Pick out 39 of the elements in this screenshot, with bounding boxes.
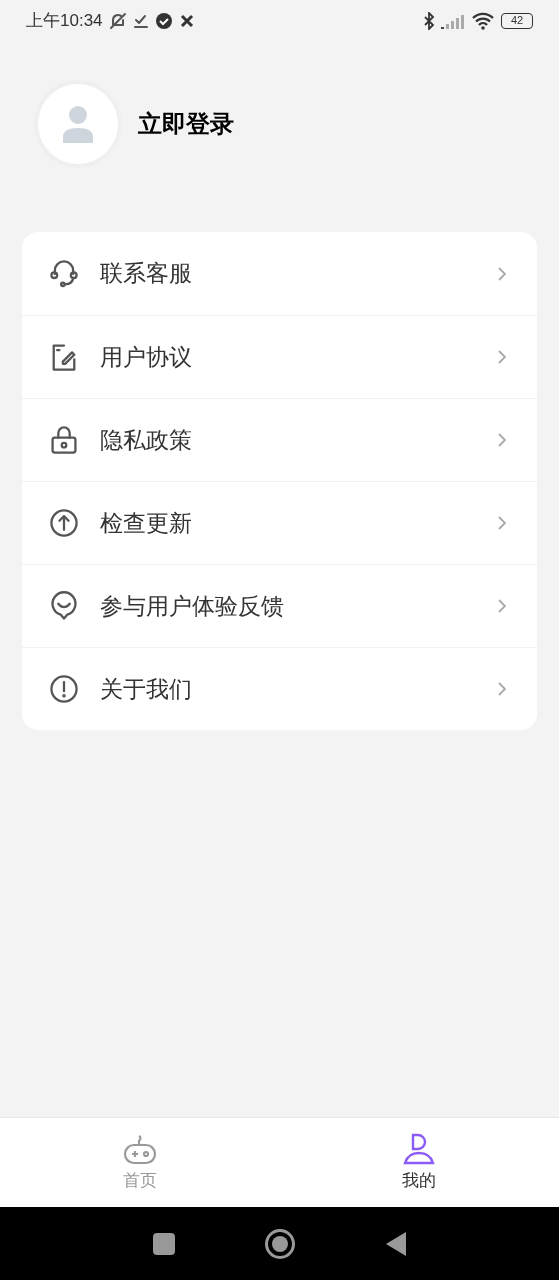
back-icon[interactable] [384, 1230, 407, 1257]
chevron-right-icon [497, 515, 507, 531]
chevron-right-icon [497, 349, 507, 365]
home-button[interactable] [264, 1228, 295, 1259]
menu-label: 参与用户体验反馈 [100, 591, 285, 621]
chat-smile-icon [48, 590, 80, 622]
muted-bell-icon [108, 12, 127, 30]
person-icon [61, 105, 95, 143]
menu-item[interactable]: 用户协议 [22, 315, 537, 398]
lock-icon [48, 424, 80, 456]
check-circle-icon [154, 12, 173, 30]
signal-icon [441, 13, 465, 29]
bluetooth-icon [423, 12, 435, 30]
upload-icon [48, 507, 80, 539]
close-icon [178, 13, 195, 29]
menu-label: 检查更新 [100, 508, 193, 538]
chevron-right-icon [497, 681, 507, 697]
battery-indicator: 42 [501, 13, 533, 29]
login-link[interactable]: 立即登录 [138, 106, 234, 142]
menu-item[interactable]: 关于我们 [22, 647, 537, 730]
menu-item[interactable]: 联系客服 [22, 232, 537, 315]
recents-button[interactable] [152, 1232, 175, 1255]
menu-label: 用户协议 [100, 342, 193, 372]
menu-item[interactable]: 隐私政策 [22, 398, 537, 481]
tab[interactable]: 我的 [279, 1118, 559, 1207]
download-done-icon [132, 13, 149, 29]
chevron-right-icon [497, 432, 507, 448]
menu-label: 关于我们 [100, 674, 193, 704]
headset-icon [48, 257, 80, 290]
wifi-icon [471, 12, 495, 30]
chevron-right-icon [497, 265, 507, 282]
person-icon [402, 1131, 437, 1166]
menu-item[interactable]: 参与用户体验反馈 [22, 564, 537, 647]
menu-label: 隐私政策 [100, 425, 193, 455]
status-time: 上午10:34 [26, 10, 103, 33]
chevron-right-icon [497, 598, 507, 614]
menu-label: 联系客服 [100, 259, 193, 289]
info-icon [48, 673, 80, 705]
menu-item[interactable]: 检查更新 [22, 481, 537, 564]
